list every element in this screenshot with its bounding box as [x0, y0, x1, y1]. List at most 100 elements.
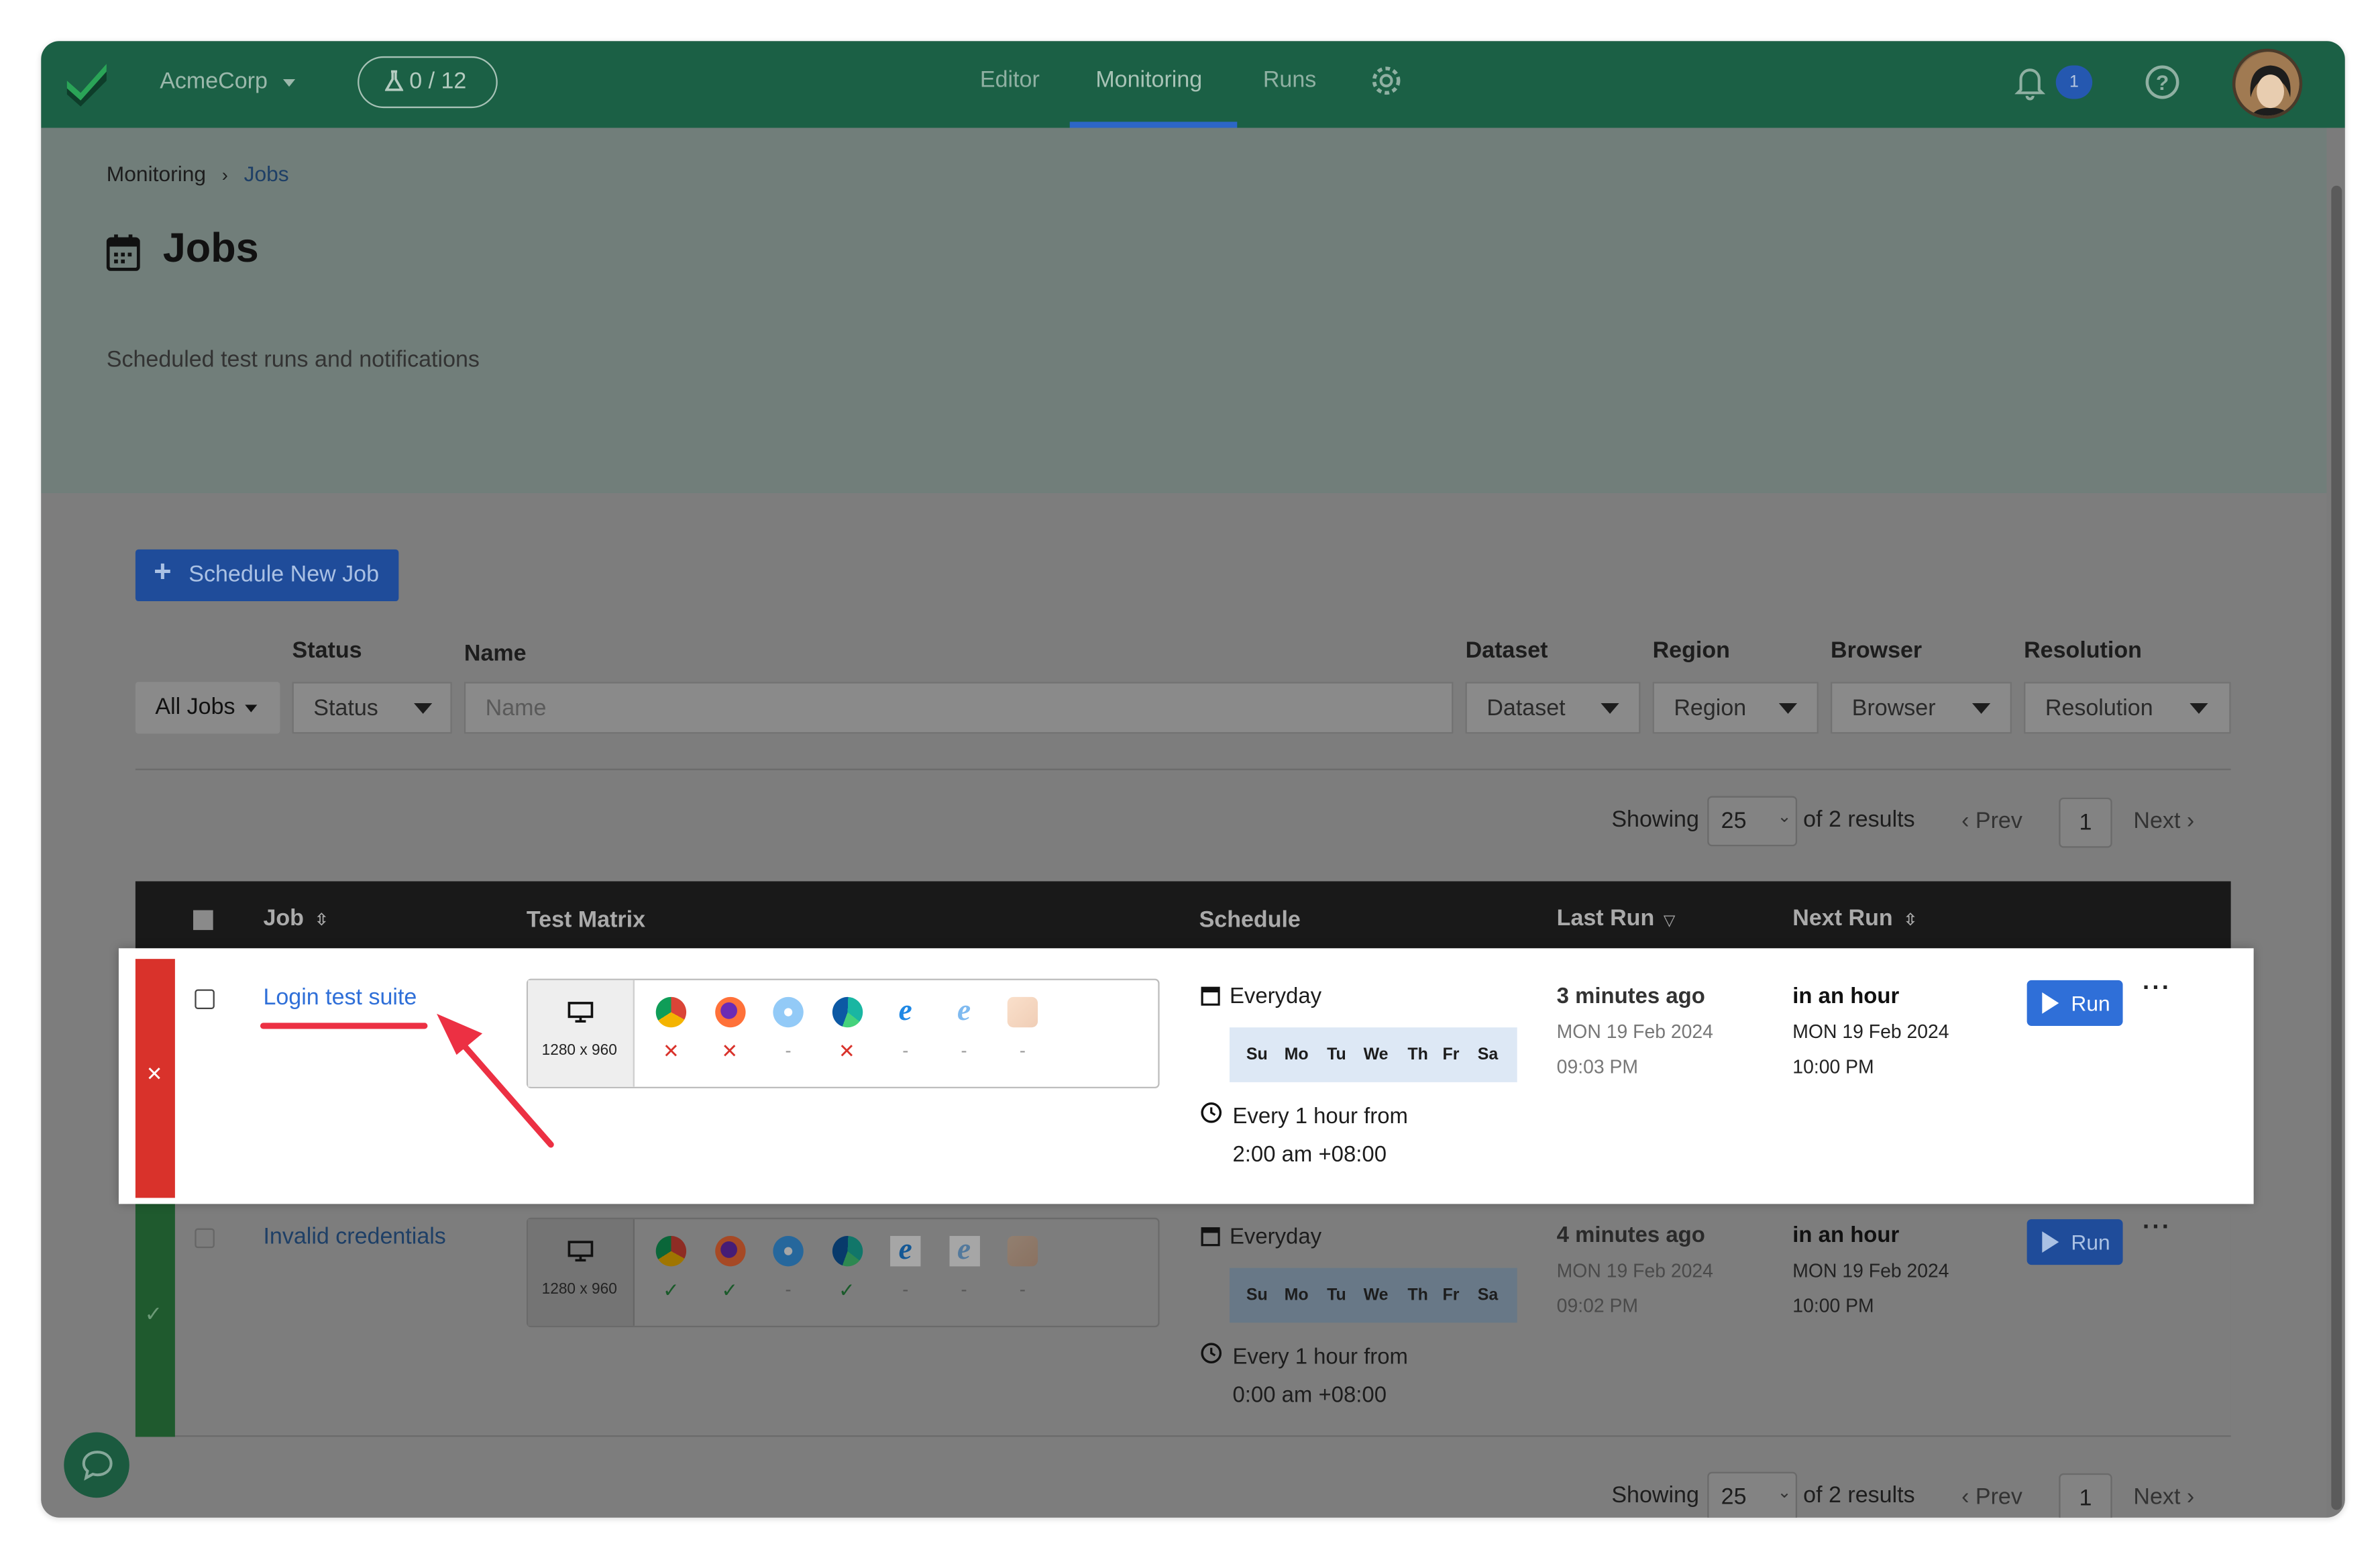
- page-number-input[interactable]: 1: [2059, 1473, 2112, 1518]
- next-button[interactable]: Next ›: [2133, 1484, 2194, 1510]
- monitor-icon: [567, 1241, 594, 1269]
- last-run-cell: 4 minutes ago MON 19 Feb 2024 09:02 PM: [1557, 1224, 1713, 1316]
- nav-editor[interactable]: Editor: [980, 67, 1040, 93]
- browser-result: -: [902, 1039, 909, 1061]
- run-button[interactable]: Run: [2026, 980, 2123, 1026]
- resolution-select-value: Resolution: [2045, 695, 2153, 722]
- sort-icon: ⇳: [314, 911, 329, 931]
- nav-runs[interactable]: Runs: [1263, 67, 1316, 93]
- job-name-link[interactable]: Invalid credentials: [263, 1224, 445, 1250]
- status-bar-failed: ✕: [135, 959, 175, 1198]
- per-page-select[interactable]: 25 ⌄: [1707, 1471, 1798, 1518]
- job-name-link[interactable]: Login test suite: [263, 985, 417, 1011]
- test-counter-pill[interactable]: 0 / 12: [358, 56, 498, 109]
- browser-result: ✓: [839, 1278, 855, 1302]
- column-header-job[interactable]: Job ⇳: [263, 906, 328, 932]
- device-cell: 1280 x 960: [528, 1219, 635, 1326]
- pagination-top: Showing 25 ⌄ of 2 results ‹ Prev 1 Next …: [1609, 794, 2232, 849]
- next-run-time: 10:00 PM: [1792, 1056, 1874, 1078]
- prev-button[interactable]: ‹ Prev: [1961, 1484, 2022, 1510]
- app-window: AcmeCorp 0 / 12 Editor Monitoring Runs 1…: [41, 41, 2345, 1518]
- safari-icon: [773, 1236, 804, 1267]
- page-number-input[interactable]: 1: [2059, 797, 2112, 848]
- firefox-icon: [714, 1236, 745, 1267]
- status-select[interactable]: Status: [292, 682, 452, 734]
- status-bar-passed: ✓: [135, 1199, 175, 1437]
- sort-icon: ⇳: [1903, 911, 1918, 931]
- row-checkbox[interactable]: [195, 989, 215, 1010]
- chevron-left-icon: ‹: [1961, 1484, 1976, 1510]
- metamask-icon: [1007, 996, 1038, 1028]
- bell-icon[interactable]: [2014, 64, 2046, 108]
- region-filter-label: Region: [1652, 637, 1730, 664]
- last-run-relative: 3 minutes ago: [1556, 984, 1705, 1010]
- gear-icon[interactable]: [1370, 64, 1403, 105]
- notification-badge: 1: [2055, 65, 2093, 99]
- browser-result: ✓: [663, 1278, 680, 1302]
- all-jobs-dropdown[interactable]: All Jobs: [135, 682, 280, 734]
- scrollbar-thumb[interactable]: [2331, 185, 2342, 1510]
- org-switcher[interactable]: AcmeCorp: [160, 68, 296, 95]
- schedule-new-job-button[interactable]: + Schedule New Job: [135, 549, 399, 602]
- next-label: Next: [2133, 1484, 2181, 1510]
- test-matrix: 1280 x 960 ✕ ✕ - ✕ e - e - -: [526, 978, 1160, 1088]
- more-options-icon[interactable]: ···: [2143, 976, 2171, 1003]
- prev-button[interactable]: ‹ Prev: [1961, 809, 2022, 835]
- browser-result: ✓: [721, 1278, 739, 1302]
- row-checkbox[interactable]: [195, 1228, 215, 1249]
- calendar-icon: [106, 234, 140, 278]
- last-run-cell: 3 minutes ago MON 19 Feb 2024 09:03 PM: [1557, 985, 1713, 1078]
- close-icon: ✕: [146, 1062, 163, 1086]
- next-label: Next: [2133, 808, 2181, 835]
- name-input[interactable]: Name: [464, 682, 1454, 734]
- run-button[interactable]: Run: [2026, 1219, 2123, 1265]
- resolution-select[interactable]: Resolution: [2024, 682, 2231, 734]
- next-button[interactable]: Next ›: [2133, 809, 2194, 835]
- per-page-select[interactable]: 25 ⌄: [1707, 796, 1798, 847]
- schedule-frequency: Everyday: [1229, 1225, 1322, 1250]
- column-header-last-run[interactable]: Last Run ▽: [1557, 906, 1676, 932]
- table-row[interactable]: ✓ Invalid credentials 1280 x 960 ✓ ✓ - ✓ e - e…: [135, 1199, 2231, 1437]
- caret-down-icon: [1778, 703, 1798, 714]
- next-run-cell: in an hour MON 19 Feb 2024 10:00 PM: [1792, 1224, 1949, 1316]
- chat-icon: [80, 1449, 114, 1489]
- plus-icon: +: [154, 556, 172, 589]
- caret-down-icon: [1971, 703, 1991, 714]
- status-filter-label: Status: [292, 637, 362, 664]
- all-jobs-label: All Jobs: [155, 694, 235, 721]
- browser-select[interactable]: Browser: [1831, 682, 2012, 734]
- next-run-header-label: Next Run: [1792, 905, 1893, 932]
- day-sa: Sa: [1477, 1045, 1499, 1064]
- schedule-cell: Everyday Su Mo Tu We Th Fr Sa Every 1 hour fro…: [1199, 980, 1534, 1194]
- top-navigation-bar: AcmeCorp 0 / 12 Editor Monitoring Runs 1…: [41, 41, 2345, 128]
- caret-down-icon: [414, 703, 433, 714]
- next-run-relative: in an hour: [1792, 1223, 1900, 1249]
- breadcrumb-monitoring[interactable]: Monitoring: [107, 161, 206, 185]
- day-tu: Tu: [1327, 1286, 1346, 1305]
- app-logo-icon[interactable]: [62, 59, 111, 108]
- select-all-checkbox[interactable]: [193, 910, 213, 931]
- results-count: of 2 results: [1803, 1482, 1915, 1509]
- browser-filter-label: Browser: [1831, 637, 1923, 664]
- weekday-selector: Su Mo Tu We Th Fr Sa: [1229, 1027, 1517, 1082]
- edge-icon: [831, 1236, 863, 1267]
- day-th: Th: [1407, 1045, 1428, 1064]
- chat-button[interactable]: [64, 1432, 129, 1498]
- user-avatar[interactable]: [2232, 48, 2303, 119]
- region-select[interactable]: Region: [1652, 682, 1819, 734]
- nav-monitoring[interactable]: Monitoring: [1095, 67, 1202, 93]
- help-icon[interactable]: ?: [2145, 65, 2179, 99]
- column-header-next-run[interactable]: Next Run ⇳: [1792, 906, 1917, 932]
- day-sa: Sa: [1477, 1286, 1499, 1305]
- org-name: AcmeCorp: [160, 68, 268, 95]
- breadcrumb-jobs[interactable]: Jobs: [244, 161, 289, 185]
- browser-result: -: [785, 1278, 792, 1300]
- resolution-filter-label: Resolution: [2024, 637, 2142, 664]
- monitor-icon: [567, 1002, 594, 1031]
- day-we: We: [1363, 1286, 1389, 1305]
- dataset-select[interactable]: Dataset: [1465, 682, 1641, 734]
- more-options-icon[interactable]: ···: [2143, 1214, 2171, 1242]
- browser-result: -: [1019, 1278, 1026, 1300]
- safari-icon: [773, 996, 804, 1028]
- check-icon: ✓: [144, 1301, 163, 1326]
